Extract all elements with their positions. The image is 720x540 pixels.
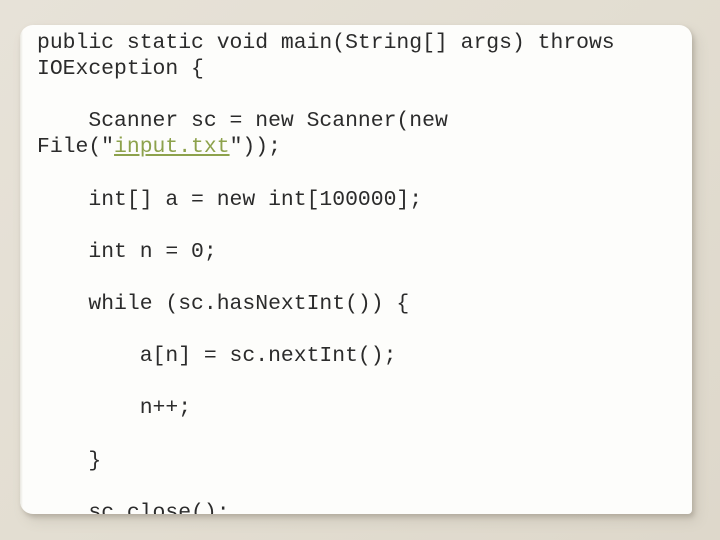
code-text: int n = 0; (37, 239, 217, 264)
code-text: ")); (229, 135, 281, 160)
code-text: a[n] = sc.nextInt(); (37, 344, 397, 369)
link-input-txt[interactable]: input.txt (114, 135, 230, 159)
code-line-increment: n++; (37, 395, 682, 421)
code-text: public static void main(String[] args) t… (37, 31, 628, 82)
code-text: sc.close(); (37, 500, 230, 514)
code-line-method-signature: public static void main(String[] args) t… (37, 30, 682, 82)
code-line-while-loop: while (sc.hasNextInt()) { (37, 291, 682, 317)
code-text: while (sc.hasNextInt()) { (37, 291, 410, 316)
code-line-close-while: } (37, 448, 682, 474)
code-card: public static void main(String[] args) t… (20, 25, 692, 514)
slide-canvas: public static void main(String[] args) t… (0, 0, 720, 540)
code-block: public static void main(String[] args) t… (37, 30, 682, 514)
code-line-read-int: a[n] = sc.nextInt(); (37, 343, 682, 369)
code-line-scanner-close: sc.close(); (37, 500, 682, 514)
code-text: n++; (37, 396, 192, 421)
code-line-counter-init: int n = 0; (37, 239, 682, 265)
code-text: } (37, 448, 102, 473)
code-line-array-declaration: int[] a = new int[100000]; (37, 187, 682, 213)
code-text: int[] a = new int[100000]; (37, 187, 423, 212)
code-line-scanner-declaration: Scanner sc = new Scanner(new File("input… (37, 108, 682, 160)
